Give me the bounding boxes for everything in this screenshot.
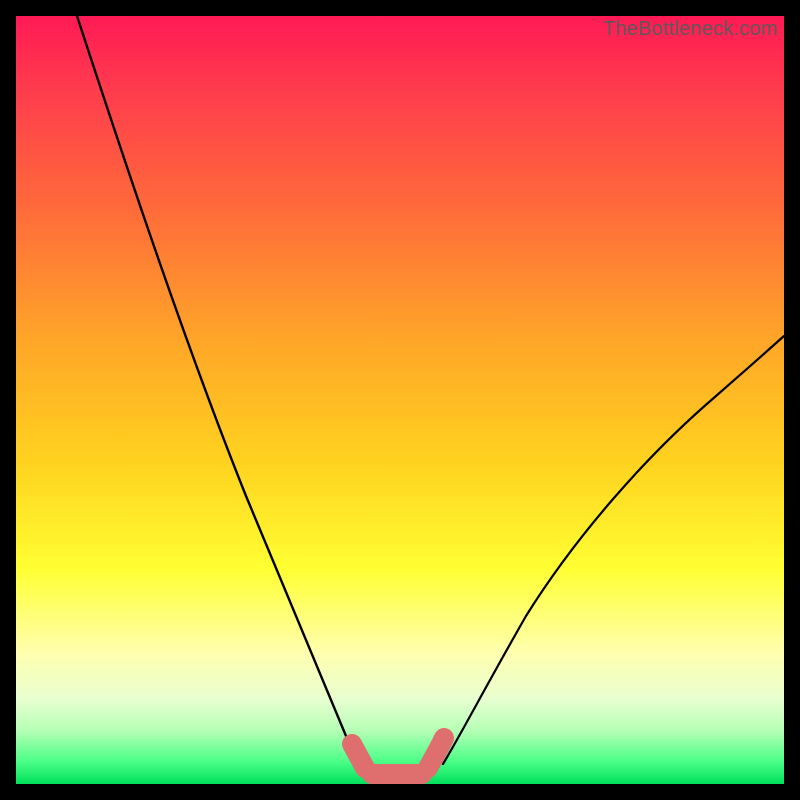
plot-area: TheBottleneck.com xyxy=(16,16,784,784)
chart-frame: TheBottleneck.com xyxy=(0,0,800,800)
bottom-marker-band xyxy=(352,738,444,774)
watermark-text: TheBottleneck.com xyxy=(603,18,778,41)
curve-layer xyxy=(16,16,784,784)
left-curve xyxy=(77,16,366,769)
right-curve xyxy=(443,336,784,764)
